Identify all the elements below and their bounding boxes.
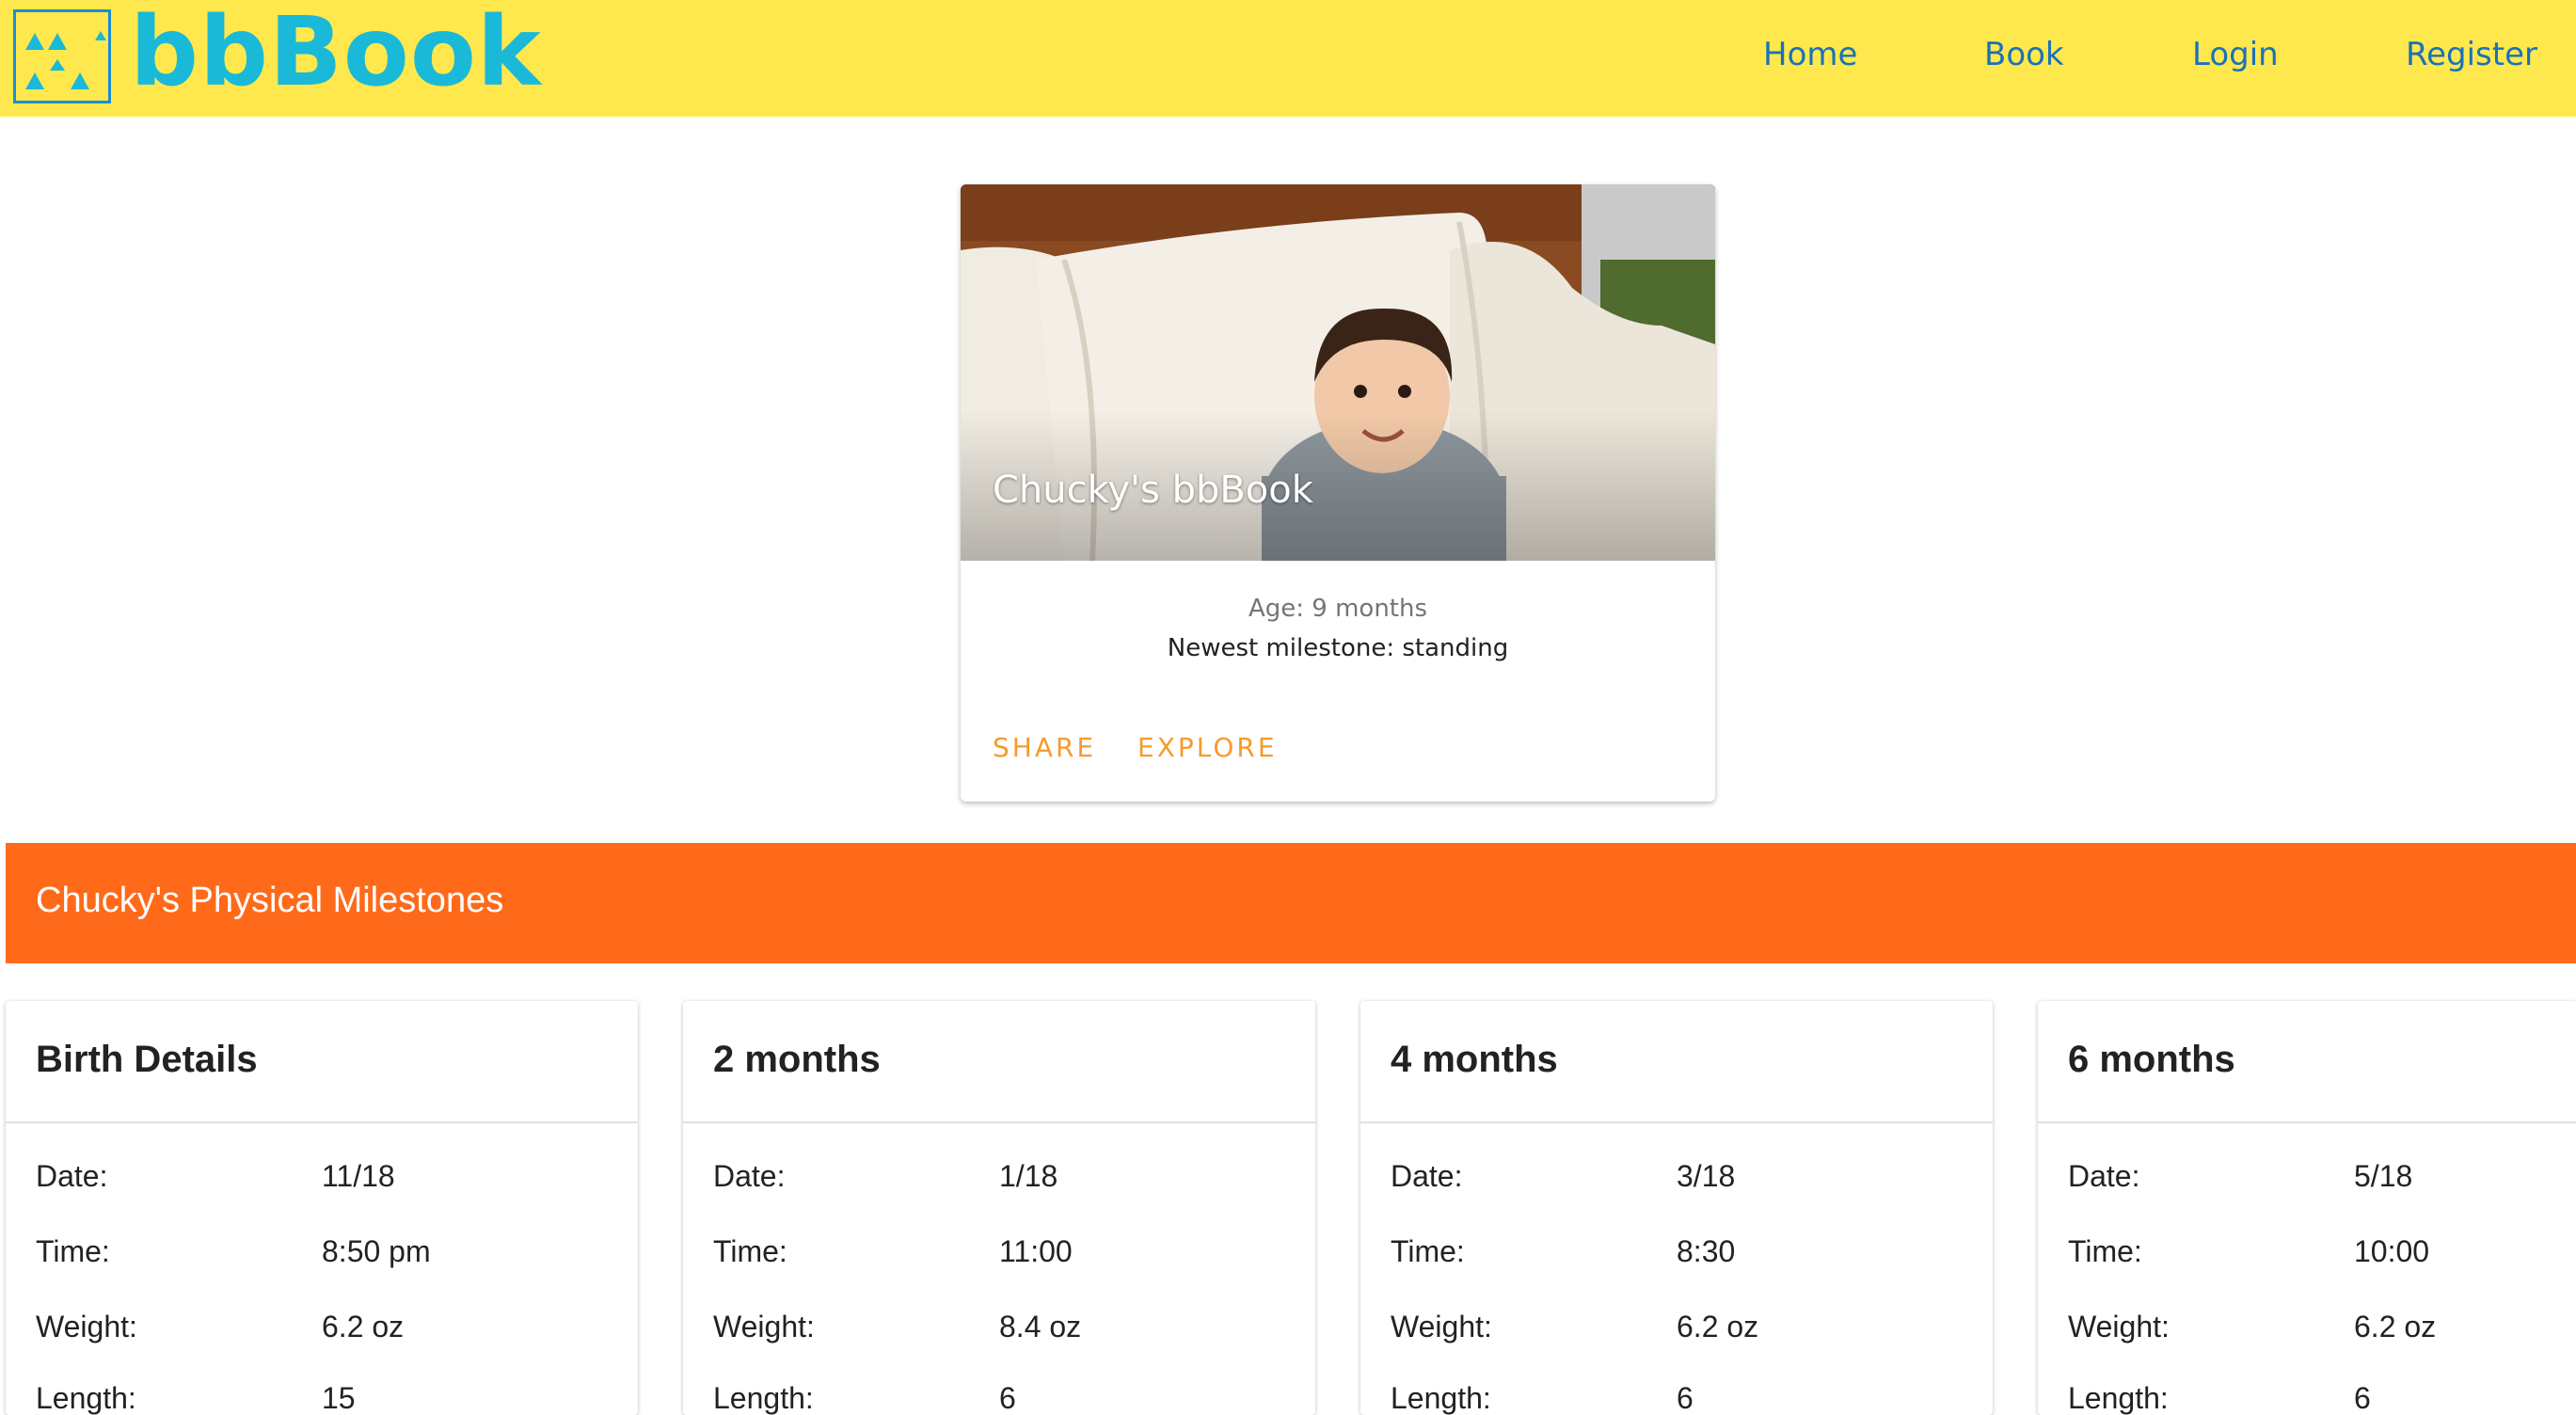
row-value: 11/18: [322, 1159, 395, 1193]
milestone-row: Date: 1/18: [683, 1159, 1315, 1216]
row-value: 10:00: [2354, 1234, 2430, 1268]
row-value: 6.2 oz: [1677, 1310, 1759, 1343]
milestone-card-title: 6 months: [2068, 1039, 2235, 1080]
row-label: Length:: [713, 1381, 814, 1415]
row-value: 3/18: [1677, 1159, 1736, 1193]
row-label: Length:: [36, 1381, 136, 1415]
milestone-card-header: Birth Details: [6, 1001, 638, 1123]
row-label: Time:: [1391, 1234, 1465, 1268]
row-label: Weight:: [713, 1310, 815, 1343]
milestone-card-6-months: 6 months Date: 5/18 Time: 10:00 Weight: …: [2038, 1001, 2576, 1415]
brand-name[interactable]: bbBook: [130, 0, 542, 108]
row-label: Date:: [1391, 1159, 1463, 1193]
milestone-card-birth: Birth Details Date: 11/18 Time: 8:50 pm …: [6, 1001, 638, 1415]
milestone-card-title: Birth Details: [36, 1039, 258, 1080]
milestone-row: Time: 8:50 pm: [6, 1234, 638, 1291]
row-value: 8:50 pm: [322, 1234, 431, 1268]
card-title: Chucky's bbBook: [993, 469, 1313, 512]
nav-book-link[interactable]: Book: [1984, 36, 2064, 73]
milestone-card-2-months: 2 months Date: 1/18 Time: 11:00 Weight: …: [683, 1001, 1315, 1415]
milestone-row: Date: 3/18: [1360, 1159, 1993, 1216]
milestone-row: Date: 11/18: [6, 1159, 638, 1216]
row-label: Date:: [713, 1159, 786, 1193]
milestone-row: Length: 6: [2038, 1381, 2576, 1415]
age-text: Age: 9 months: [1248, 595, 1428, 623]
top-navbar: bbBook Home Book Login Register: [0, 0, 2576, 117]
milestone-row: Date: 5/18: [2038, 1159, 2576, 1216]
row-label: Time:: [713, 1234, 787, 1268]
milestone-row: Weight: 6.2 oz: [2038, 1310, 2576, 1366]
row-label: Date:: [36, 1159, 108, 1193]
profile-card: Chucky's bbBook Age: 9 months Newest mil…: [961, 184, 1715, 802]
milestone-row: Time: 8:30: [1360, 1234, 1993, 1291]
milestone-row: Weight: 8.4 oz: [683, 1310, 1315, 1366]
nav-home-link[interactable]: Home: [1763, 36, 1857, 73]
row-value: 8.4 oz: [999, 1310, 1082, 1343]
row-label: Time:: [2068, 1234, 2142, 1268]
milestone-card-header: 6 months: [2038, 1001, 2576, 1123]
row-value: 1/18: [999, 1159, 1058, 1193]
row-label: Weight:: [36, 1310, 137, 1343]
nav-register-link[interactable]: Register: [2406, 36, 2537, 73]
row-label: Length:: [1391, 1381, 1491, 1415]
row-label: Time:: [36, 1234, 110, 1268]
milestone-card-title: 4 months: [1391, 1039, 1558, 1080]
explore-button[interactable]: EXPLORE: [1137, 732, 1278, 763]
milestone-row: Weight: 6.2 oz: [1360, 1310, 1993, 1366]
milestone-row: Length: 15: [6, 1381, 638, 1415]
triangles-logo-icon[interactable]: [13, 9, 111, 103]
milestone-card-title: 2 months: [713, 1039, 881, 1080]
row-value: 6.2 oz: [2354, 1310, 2437, 1343]
milestone-card-header: 2 months: [683, 1001, 1315, 1123]
row-value: 6: [999, 1381, 1016, 1415]
milestones-banner: Chucky's Physical Milestones: [6, 843, 2576, 963]
row-value: 8:30: [1677, 1234, 1736, 1268]
milestone-row: Length: 6: [683, 1381, 1315, 1415]
row-value: 6: [1677, 1381, 1693, 1415]
row-label: Date:: [2068, 1159, 2140, 1193]
milestone-row: Weight: 6.2 oz: [6, 1310, 638, 1366]
row-value: 11:00: [999, 1234, 1073, 1268]
row-label: Weight:: [1391, 1310, 1492, 1343]
row-value: 5/18: [2354, 1159, 2413, 1193]
section-title: Chucky's Physical Milestones: [36, 881, 504, 920]
nav-login-link[interactable]: Login: [2192, 36, 2279, 73]
row-value: 15: [322, 1381, 356, 1415]
row-label: Weight:: [2068, 1310, 2170, 1343]
milestone-row: Time: 11:00: [683, 1234, 1315, 1291]
milestone-row: Length: 6: [1360, 1381, 1993, 1415]
milestone-card-header: 4 months: [1360, 1001, 1993, 1123]
share-button[interactable]: SHARE: [993, 732, 1096, 763]
milestone-card-4-months: 4 months Date: 3/18 Time: 8:30 Weight: 6…: [1360, 1001, 1993, 1415]
row-value: 6: [2354, 1381, 2371, 1415]
milestone-row: Time: 10:00: [2038, 1234, 2576, 1291]
row-value: 6.2 oz: [322, 1310, 405, 1343]
newest-milestone-text: Newest milestone: standing: [1167, 634, 1509, 662]
row-label: Length:: [2068, 1381, 2169, 1415]
